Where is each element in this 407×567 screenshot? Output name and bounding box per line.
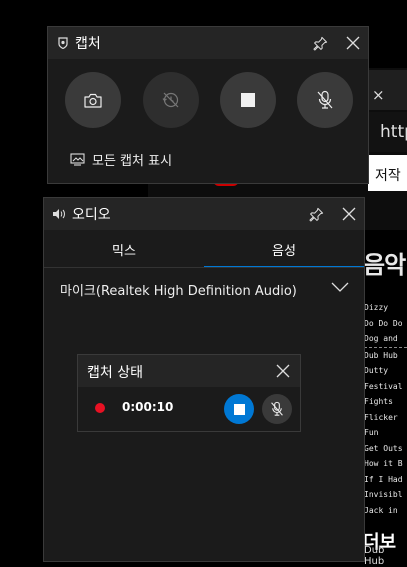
background-song-item[interactable]: Do Do Do <box>364 316 407 332</box>
close-icon[interactable] <box>338 198 360 230</box>
record-recent-icon <box>161 90 181 110</box>
speaker-icon <box>52 208 66 220</box>
background-song-item[interactable]: Dub Hub <box>364 346 407 364</box>
background-page-logo: 음악 <box>363 251 406 279</box>
background-song-item[interactable]: Get Outs <box>364 441 407 457</box>
tab-voice-label: 음성 <box>272 243 296 259</box>
close-icon[interactable] <box>276 364 290 378</box>
record-last-30s-button[interactable] <box>143 72 199 128</box>
background-song-list: Dizzy Do Do Do Dog and Dub Hub Dutty Festival… <box>364 300 407 518</box>
capture-status-titlebar[interactable]: 캡처 상태 <box>78 355 300 387</box>
background-song-item[interactable]: Flicker <box>364 410 407 426</box>
capture-status-widget: 캡처 상태 0:00:10 <box>77 354 301 432</box>
background-song-item[interactable]: Jack in <box>364 503 407 519</box>
stop-recording-button[interactable] <box>220 72 276 128</box>
background-song-item[interactable]: Fights <box>364 394 407 410</box>
recording-indicator-dot <box>95 403 105 413</box>
pin-icon[interactable] <box>306 198 326 230</box>
tab-voice[interactable]: 음성 <box>204 231 364 267</box>
stop-recording-button[interactable] <box>224 394 254 424</box>
microphone-device-select[interactable]: 마이크(Realtek High Definition Audio) <box>44 272 364 306</box>
capture-widget: 캡처 모든 캡처 표시 <box>47 26 369 184</box>
stop-icon <box>233 403 245 415</box>
background-song-item[interactable]: Fun <box>364 425 407 441</box>
audio-widget-title: 오디오 <box>72 207 111 223</box>
background-song-item[interactable]: Dizzy <box>364 300 407 316</box>
mic-off-icon <box>316 90 334 110</box>
background-song-item[interactable]: Dutty <box>364 363 407 379</box>
tab-mix[interactable]: 믹스 <box>44 231 204 267</box>
stop-icon <box>241 93 255 107</box>
camera-icon <box>84 93 102 108</box>
mic-off-icon <box>270 401 284 417</box>
close-icon[interactable] <box>342 27 364 59</box>
show-all-captures-label: 모든 캡처 표시 <box>92 154 173 169</box>
capture-status-title: 캡처 상태 <box>87 365 143 381</box>
pin-icon[interactable] <box>310 27 330 59</box>
mic-toggle-button[interactable] <box>262 394 292 424</box>
microphone-device-label: 마이크(Realtek High Definition Audio) <box>60 284 297 299</box>
chevron-down-icon <box>331 282 349 292</box>
background-footer-subtext: Dub Hub <box>364 545 385 567</box>
tab-divider <box>44 267 364 268</box>
show-all-captures-link[interactable]: 모든 캡처 표시 <box>70 150 172 169</box>
browser-address-text: http <box>380 122 407 142</box>
mic-toggle-button[interactable] <box>297 72 353 128</box>
tab-mix-label: 믹스 <box>112 243 136 259</box>
background-song-item[interactable]: If I Had <box>364 472 407 488</box>
background-song-item[interactable]: Festival <box>364 379 407 395</box>
browser-tab-close-button[interactable]: × <box>372 86 385 104</box>
background-song-item[interactable]: Invisibl <box>364 487 407 503</box>
background-song-item[interactable]: Dog and <box>364 331 407 347</box>
elapsed-time: 0:00:10 <box>122 400 174 414</box>
gallery-icon <box>70 153 85 166</box>
capture-widget-title: 캡처 <box>75 36 101 52</box>
capture-widget-icon <box>57 37 69 49</box>
screenshot-button[interactable] <box>65 72 121 128</box>
browser-info-strip-text: 저작 <box>375 168 401 184</box>
background-song-item[interactable]: How it B <box>364 456 407 472</box>
